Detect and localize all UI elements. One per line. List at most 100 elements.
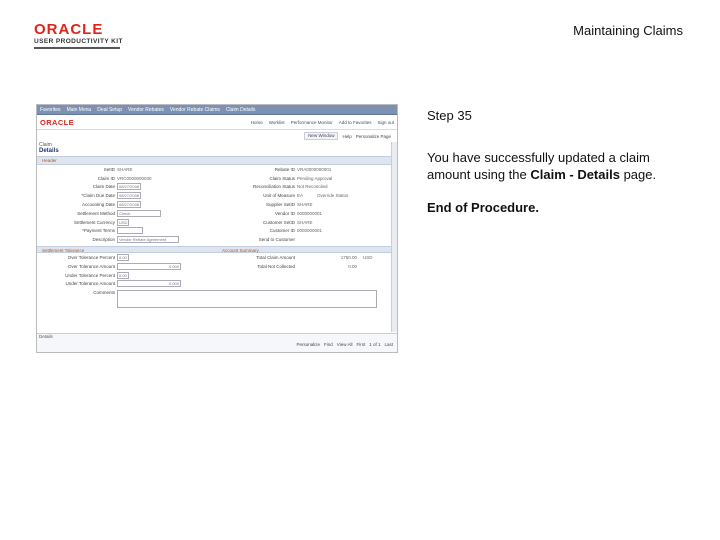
document-title: Maintaining Claims bbox=[573, 23, 683, 38]
field-label: Over Tolerance Amount bbox=[68, 263, 115, 269]
page-title: Details bbox=[39, 148, 59, 154]
field-value: SHARE bbox=[117, 166, 133, 172]
payment-terms-input[interactable] bbox=[117, 227, 143, 235]
breadcrumb-bar: Favorites Main Menu Deal Setup Vendor Re… bbox=[37, 105, 397, 115]
tolerance-fields: Over Tolerance Percent 0.00 Over Toleranc… bbox=[37, 253, 397, 288]
page-count: 1 of 1 bbox=[369, 342, 381, 347]
find-link[interactable]: Find bbox=[324, 342, 333, 347]
desc-text-end: page. bbox=[619, 167, 657, 182]
field-value: Not Reconciled bbox=[297, 184, 328, 190]
field-row: SetID SHARE bbox=[37, 165, 217, 174]
field-label: Settlement Method bbox=[77, 210, 115, 216]
details-grid: Details Personalize Find View All First … bbox=[37, 333, 397, 352]
currency-input[interactable]: USD bbox=[117, 218, 130, 226]
nav-item[interactable]: Vendor Rebates bbox=[128, 107, 164, 113]
tolerance-input[interactable]: 0.000 bbox=[117, 262, 181, 270]
grid-title: Details bbox=[39, 334, 53, 339]
field-label: *Payment Terms bbox=[82, 228, 115, 234]
field-label: Unit of Measure bbox=[263, 193, 295, 199]
vertical-scrollbar[interactable] bbox=[391, 142, 397, 332]
settlement-fields: Over Tolerance Percent 0.00 Over Toleranc… bbox=[37, 253, 217, 288]
field-row: Customer SetID SHARE bbox=[217, 218, 397, 227]
accounting-date-input[interactable]: 08/27/2008 bbox=[117, 201, 142, 209]
app-logo: ORACLE bbox=[40, 117, 75, 127]
comments-label: Comments bbox=[93, 290, 115, 296]
field-row: Over Tolerance Amount 0.000 bbox=[37, 262, 217, 271]
tolerance-input[interactable]: 0.000 bbox=[117, 280, 181, 288]
comments-textarea[interactable] bbox=[117, 290, 377, 309]
field-label: Customer ID bbox=[269, 228, 295, 234]
field-value: 0000000001 bbox=[297, 210, 323, 216]
header-section[interactable]: Header bbox=[37, 156, 397, 165]
account-summary-section[interactable]: Account Summary bbox=[217, 246, 397, 254]
field-row: Send to Customer bbox=[217, 235, 397, 244]
view-all-link[interactable]: View All bbox=[337, 342, 353, 347]
field-row: Settlement Method Check bbox=[37, 209, 217, 218]
field-row: Total Not Collected 0.00 bbox=[217, 262, 397, 271]
last-link[interactable]: Last bbox=[384, 342, 393, 347]
settlement-tolerance-section[interactable]: Settlement Tolerance bbox=[37, 246, 217, 254]
grid-pager: Personalize Find View All First 1 of 1 L… bbox=[297, 342, 394, 347]
nav-item[interactable]: Vendor Rebate Claims bbox=[170, 107, 220, 113]
tolerance-input[interactable]: 0.00 bbox=[117, 271, 129, 279]
field-row: Claim ID VRC0000000030 bbox=[37, 174, 217, 183]
header-fields: SetID SHARE Claim ID VRC0000000030 Claim D… bbox=[37, 165, 397, 244]
tolerance-input[interactable]: 0.00 bbox=[117, 254, 129, 262]
left-fields: SetID SHARE Claim ID VRC0000000030 Claim D… bbox=[37, 165, 217, 244]
field-value: 0.00 bbox=[348, 263, 357, 269]
nav-item[interactable]: Claim Details bbox=[226, 107, 255, 113]
field-value: SHARE bbox=[297, 219, 313, 225]
top-link[interactable]: Worklist bbox=[269, 120, 285, 125]
field-label: Reconciliation Status bbox=[252, 184, 295, 190]
step-description: You have successfully updated a claim am… bbox=[427, 149, 692, 183]
personalize-grid-link[interactable]: Personalize bbox=[297, 342, 321, 347]
field-row: Supplier SetID SHARE bbox=[217, 200, 397, 209]
field-row: Vendor ID 0000000001 bbox=[217, 209, 397, 218]
field-row: Under Tolerance Percent 0.00 bbox=[37, 271, 217, 280]
top-link[interactable]: Home bbox=[251, 120, 263, 125]
top-link[interactable]: Sign out bbox=[377, 120, 394, 125]
help-link[interactable]: Help bbox=[342, 134, 351, 139]
override-status-checkbox[interactable]: Override Status bbox=[317, 193, 348, 198]
nav-item[interactable]: Deal Setup bbox=[97, 107, 122, 113]
field-label: Total Not Collected bbox=[257, 263, 295, 269]
sub-sections: Settlement Tolerance Account Summary bbox=[37, 246, 397, 254]
field-label: Vendor ID bbox=[274, 210, 295, 216]
nav-item[interactable]: Main Menu bbox=[67, 107, 92, 113]
page-links: New Window Help Personalize Page bbox=[37, 130, 397, 142]
top-link[interactable]: Add to Favorites bbox=[339, 120, 372, 125]
app-header: ORACLE Home Worklist Performance Monitor… bbox=[37, 115, 397, 130]
top-link[interactable]: Performance Monitor bbox=[291, 120, 333, 125]
claim-date-input[interactable]: 08/27/2008 bbox=[117, 183, 142, 191]
due-date-input[interactable]: 08/27/2008 bbox=[117, 192, 142, 200]
field-row: Over Tolerance Percent 0.00 bbox=[37, 253, 217, 262]
field-value: VRC0000000030 bbox=[117, 175, 152, 181]
field-label: Claim Status bbox=[269, 175, 295, 181]
end-of-procedure: End of Procedure. bbox=[427, 200, 539, 215]
desc-page-name: Claim - Details bbox=[530, 167, 620, 182]
settlement-method-select[interactable]: Check bbox=[117, 209, 161, 217]
field-label: Supplier SetID bbox=[265, 202, 295, 208]
field-value: SHARE bbox=[297, 202, 313, 208]
field-row: *Claim Due Date 08/27/2008 bbox=[37, 191, 217, 200]
field-value: 1750.00 bbox=[340, 255, 357, 261]
field-row: Settlement Currency USD bbox=[37, 218, 217, 227]
send-to-customer-link[interactable]: Send to Customer bbox=[217, 237, 297, 242]
field-row: Total Claim Amount 1750.00 USD bbox=[217, 253, 397, 262]
field-row: Rebate ID VRA0000000001 bbox=[217, 165, 397, 174]
logo-brand: ORACLE bbox=[34, 21, 104, 38]
new-window-link[interactable]: New Window bbox=[304, 132, 339, 140]
field-row: Accounting Date 08/27/2008 bbox=[37, 200, 217, 209]
field-label: *Claim Due Date bbox=[81, 193, 115, 199]
field-label: Settlement Currency bbox=[73, 219, 115, 225]
application-screenshot: Favorites Main Menu Deal Setup Vendor Re… bbox=[36, 104, 398, 353]
personalize-link[interactable]: Personalize Page bbox=[356, 134, 391, 139]
comments-row: Comments bbox=[37, 290, 397, 309]
description-input[interactable]: Vendor Rebate Agreement bbox=[117, 236, 179, 244]
nav-item[interactable]: Favorites bbox=[40, 107, 61, 113]
field-row: Unit of Measure EA Override Status bbox=[217, 191, 397, 200]
first-link[interactable]: First bbox=[356, 342, 365, 347]
field-value: VRA0000000001 bbox=[297, 166, 332, 172]
right-fields: Rebate ID VRA0000000001 Claim Status Pendi… bbox=[217, 165, 397, 244]
field-value: 0000000001 bbox=[297, 228, 323, 234]
